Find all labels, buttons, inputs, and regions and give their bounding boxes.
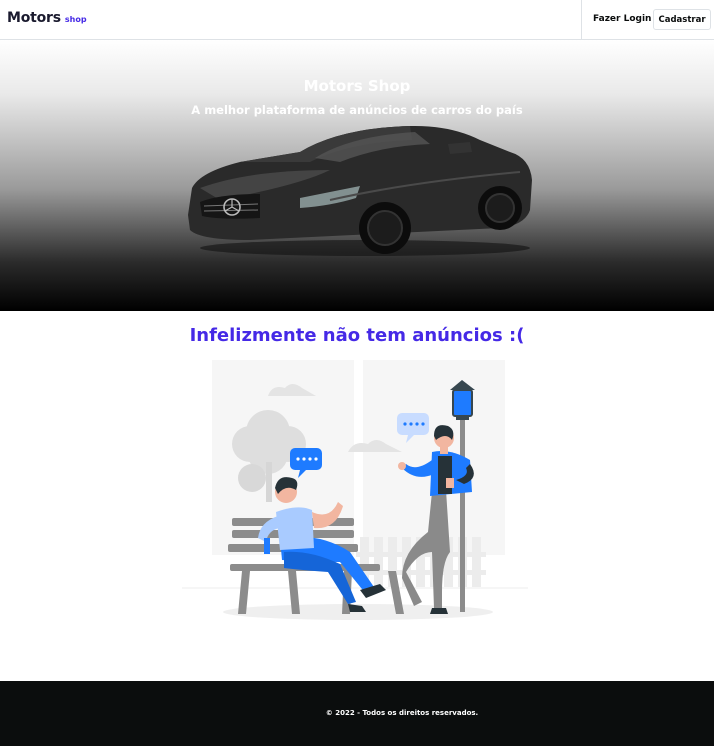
login-link[interactable]: Fazer Login [593,14,651,24]
hero-title: Motors Shop [303,77,411,95]
logo-text: Motors [7,10,61,26]
footer: © 2022 - Todos os direitos reservados. [0,681,714,746]
logo[interactable]: Motors shop [7,10,87,26]
header: Motors shop Fazer Login Cadastrar [0,0,714,40]
header-divider [581,0,582,40]
hero-subtitle: A melhor plataforma de anúncios de carro… [191,103,523,117]
hero-banner: Motors Shop A melhor plataforma de anúnc… [0,40,714,311]
empty-state-illustration [182,360,528,620]
logo-subtext: shop [64,15,87,24]
car-image [188,125,532,256]
signup-button[interactable]: Cadastrar [653,9,711,30]
empty-state-message: Infelizmente não tem anúncios :( [189,325,525,346]
copyright-text: © 2022 - Todos os direitos reservados. [325,709,479,717]
